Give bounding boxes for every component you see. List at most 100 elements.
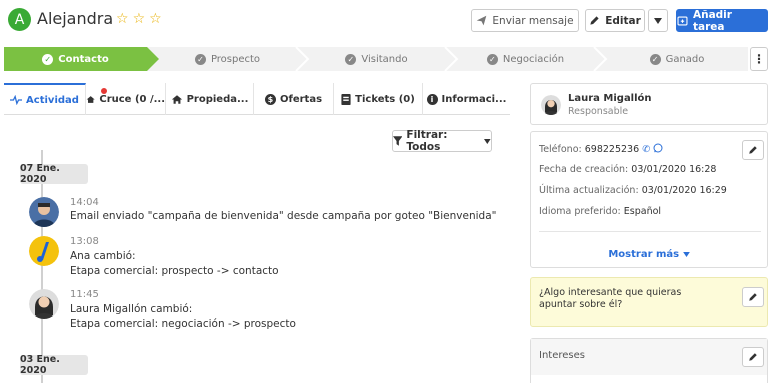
created-value: 03/01/2020 16:28: [631, 164, 717, 175]
stage-ganado[interactable]: ✓ Ganado: [606, 47, 748, 71]
event-text: Etapa comercial: negociación -> prospect…: [70, 318, 296, 330]
note-card[interactable]: ¿Algo interesante que quieras apuntar so…: [530, 277, 768, 327]
event-text: Ana cambió:: [70, 250, 136, 262]
notification-dot: [101, 88, 107, 94]
funnel-icon: [393, 136, 403, 146]
stage-label: Visitando: [361, 53, 408, 65]
contact-avatar: A: [8, 8, 31, 31]
check-circle-icon: ✓: [42, 53, 54, 65]
star-icon[interactable]: ☆: [116, 9, 129, 29]
tab-propiedades[interactable]: Propieda...: [166, 83, 254, 115]
tab-label: Ofertas: [279, 93, 323, 105]
tab-tickets[interactable]: Tickets (0): [334, 83, 423, 115]
show-more-link[interactable]: Mostrar más: [531, 249, 767, 260]
edit-dropdown-button[interactable]: [648, 9, 668, 32]
add-task-button[interactable]: Añadir tarea: [676, 8, 768, 33]
tab-informacion[interactable]: i Informaci...: [423, 83, 510, 115]
stage-visitando[interactable]: ✓ Visitando: [308, 47, 445, 71]
tab-label: Informaci...: [441, 93, 507, 105]
phone-row: Teléfono: 698225236 ✆: [539, 143, 663, 155]
tab-label: Cruce (0 /...: [99, 93, 165, 105]
language-row: Idioma preferido: Español: [539, 206, 661, 217]
owner-name: Laura Migallón: [568, 93, 652, 104]
edit-note-button[interactable]: [742, 287, 764, 307]
phone-icon[interactable]: ✆: [642, 144, 650, 155]
tab-label: Propieda...: [186, 93, 249, 105]
tab-actividad[interactable]: Actividad: [4, 83, 86, 115]
tab-cruce[interactable]: Cruce (0 /...: [86, 83, 166, 115]
sales-stage-pipeline: ✓ Contacto ✓ Prospecto ✓ Visitando ✓ Neg…: [0, 47, 768, 71]
check-circle-icon: ✓: [486, 53, 498, 65]
event-text: Email enviado "campaña de bienvenida" de…: [70, 210, 497, 222]
filter-dropdown[interactable]: Filtrar: Todos: [392, 129, 492, 153]
details-card: Teléfono: 698225236 ✆ Fecha de creación:…: [530, 131, 768, 268]
activity-icon: [10, 95, 23, 105]
star-icon[interactable]: ☆: [149, 9, 162, 29]
stage-contacto[interactable]: ✓ Contacto: [4, 47, 147, 71]
tab-label: Actividad: [26, 94, 79, 106]
updated-row: Última actualización: 03/01/2020 16:29: [539, 185, 727, 196]
phone-value[interactable]: 698225236: [585, 144, 639, 155]
send-message-button[interactable]: Enviar mensaje: [471, 9, 579, 32]
event-time: 11:45: [70, 289, 99, 300]
created-label: Fecha de creación:: [539, 164, 629, 175]
edit-details-button[interactable]: [742, 140, 764, 160]
home-icon: [171, 94, 182, 104]
stage-label: Prospecto: [210, 53, 261, 65]
phone-label: Teléfono:: [539, 144, 582, 155]
caret-down-icon: [682, 252, 690, 257]
event-text: Laura Migallón cambió:: [70, 303, 193, 315]
send-message-label: Enviar mensaje: [492, 14, 574, 27]
interests-card: Intereses: [530, 338, 768, 383]
created-row: Fecha de creación: 03/01/2020 16:28: [539, 164, 716, 175]
owner-card: Laura Migallón Responsable: [530, 83, 768, 125]
owner-role: Responsable: [568, 106, 629, 117]
caret-down-icon: [654, 17, 662, 24]
man-avatar: [29, 197, 59, 227]
house-icon: [86, 95, 95, 103]
note-placeholder: ¿Algo interesante que quieras apuntar so…: [539, 287, 682, 310]
stage-negociacion[interactable]: ✓ Negociación: [457, 47, 594, 71]
event-time: 13:08: [70, 236, 99, 247]
check-circle-icon: ✓: [194, 53, 206, 65]
stage-label: Contacto: [58, 53, 109, 65]
check-circle-icon: ✓: [649, 53, 661, 65]
updated-value: 03/01/2020 16:29: [641, 185, 727, 196]
edit-interests-button[interactable]: [742, 347, 764, 367]
tab-ofertas[interactable]: $ Ofertas: [254, 83, 334, 115]
language-label: Idioma preferido:: [539, 206, 621, 217]
stage-prospecto[interactable]: ✓ Prospecto: [159, 47, 296, 71]
more-options-button[interactable]: ⋮: [750, 47, 768, 71]
star-icon[interactable]: ☆: [133, 9, 146, 29]
avatar-letter: A: [14, 11, 25, 28]
event-text: Etapa comercial: prospecto -> contacto: [70, 265, 279, 277]
date-chip: 03 Ene. 2020: [20, 354, 88, 376]
whatsapp-icon[interactable]: [653, 143, 663, 153]
tab-label: Tickets (0): [355, 93, 415, 105]
woman-avatar: [29, 289, 59, 319]
edit-button[interactable]: Editar: [585, 9, 645, 32]
logo-avatar: [29, 236, 59, 266]
pencil-icon: [749, 146, 757, 154]
pencil-icon: [590, 16, 599, 25]
ticket-icon: [341, 93, 351, 105]
divider: [539, 231, 761, 232]
edit-label: Editar: [605, 14, 641, 27]
event-time: 14:04: [70, 197, 99, 208]
kebab-icon: ⋮: [753, 52, 765, 66]
rating-stars[interactable]: ☆ ☆ ☆: [116, 9, 162, 29]
date-chip: 07 Ene. 2020: [20, 163, 88, 185]
pencil-icon: [749, 353, 757, 361]
owner-avatar: [541, 95, 561, 115]
filter-label: Filtrar: Todos: [406, 129, 448, 153]
contact-name: Alejandra: [37, 9, 114, 28]
language-value: Español: [623, 206, 662, 217]
stage-label: Negociación: [502, 53, 565, 65]
updated-label: Última actualización:: [539, 185, 639, 196]
add-task-label: Añadir tarea: [692, 8, 732, 33]
caret-down-icon: [484, 138, 491, 144]
info-icon: i: [426, 93, 438, 105]
stage-label: Ganado: [665, 53, 705, 65]
calendar-plus-icon: [677, 16, 688, 26]
show-more-label: Mostrar más: [608, 249, 680, 260]
